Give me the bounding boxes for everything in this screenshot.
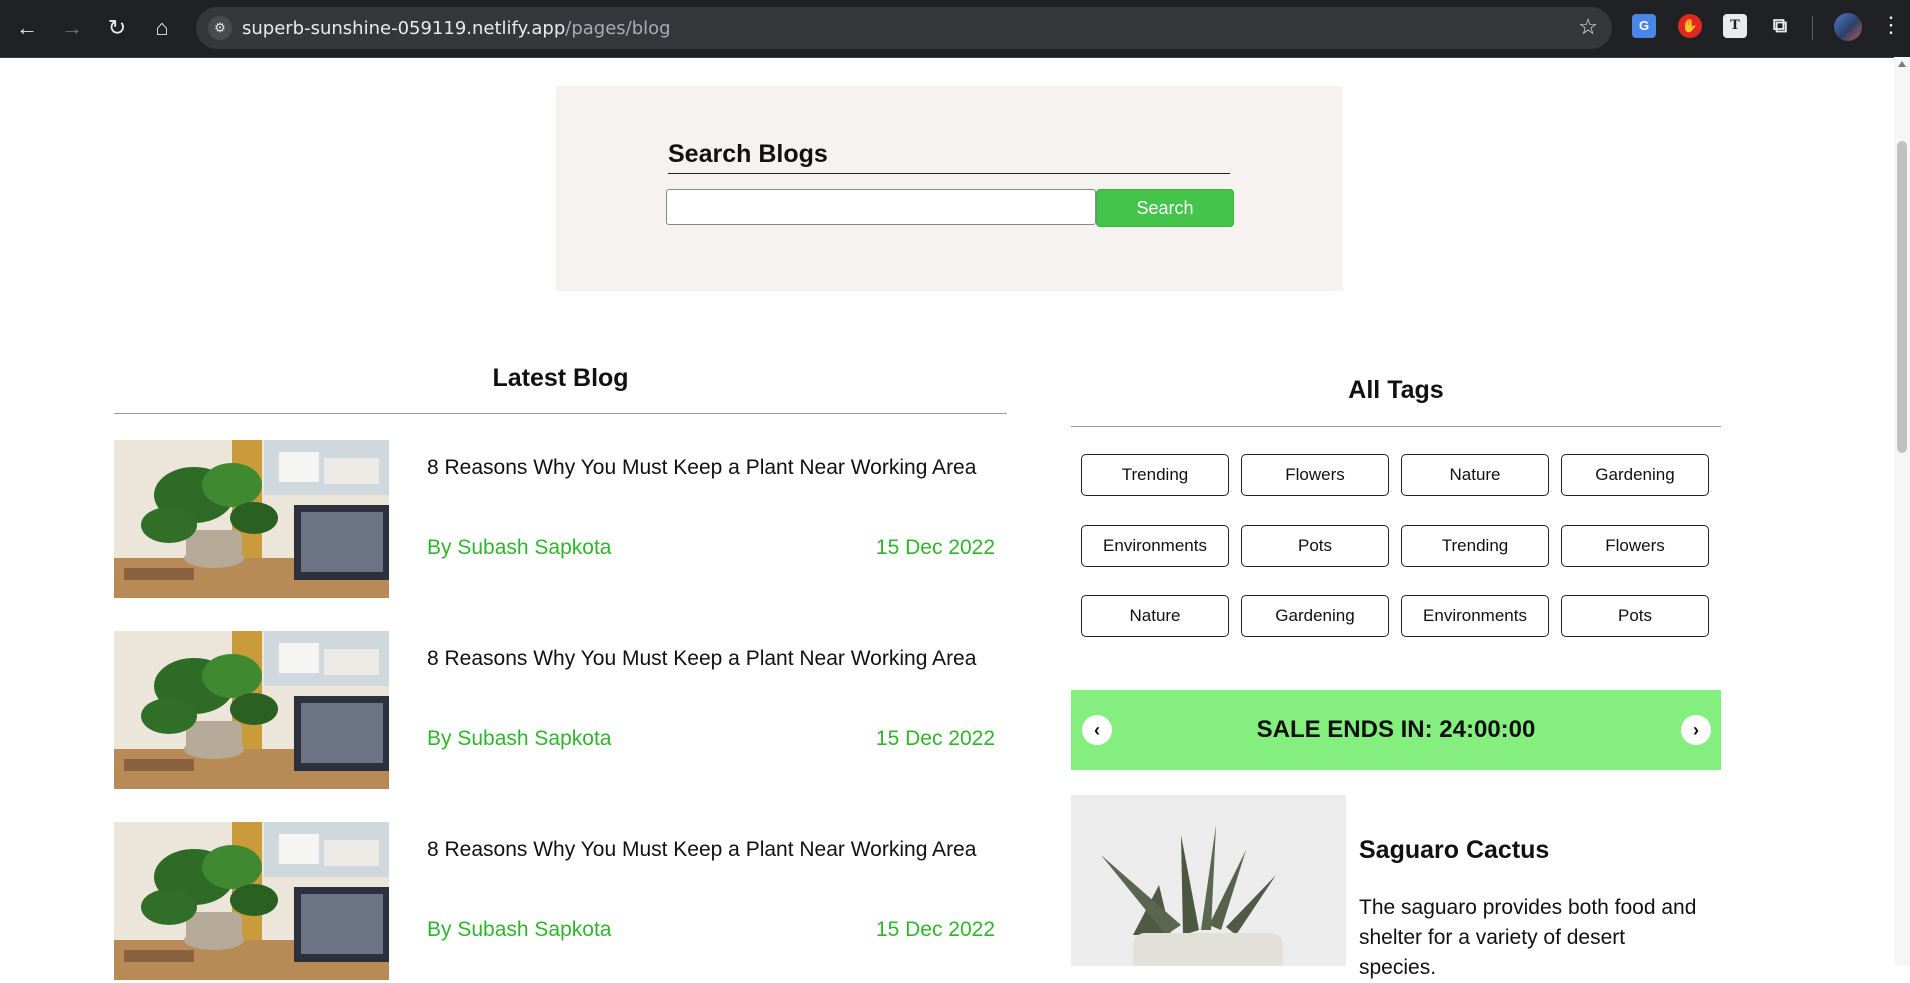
menu-kebab-icon[interactable]: ⋮ [1880, 12, 1902, 38]
blog-post-date: 15 Dec 2022 [875, 727, 995, 750]
search-blogs-title: Search Blogs [668, 140, 1230, 174]
product-image[interactable] [1071, 795, 1346, 966]
profile-avatar[interactable] [1834, 13, 1862, 41]
latest-blog-divider [114, 413, 1007, 414]
blog-post-title[interactable]: 8 Reasons Why You Must Keep a Plant Near… [427, 456, 976, 480]
blog-post-date: 15 Dec 2022 [875, 536, 995, 559]
scroll-thumb[interactable] [1897, 141, 1907, 453]
blog-post-author: By Subash Sapkota [427, 727, 612, 750]
scroll-up-arrow-icon[interactable] [1898, 61, 1906, 67]
url-text[interactable]: superb-sunshine-059119.netlify.app/pages… [242, 18, 671, 39]
home-icon[interactable]: ⌂ [145, 11, 179, 45]
latest-blog-title: Latest Blog [492, 364, 629, 392]
site-settings-icon[interactable]: ⚙ [208, 16, 232, 40]
sale-countdown: SALE ENDS IN: 24:00:00 [1256, 716, 1536, 743]
tag-environments[interactable]: Environments [1401, 595, 1549, 637]
blog-post-thumbnail[interactable] [114, 440, 389, 598]
translate-extension-icon[interactable]: G [1632, 14, 1656, 38]
tag-flowers[interactable]: Flowers [1561, 525, 1709, 567]
back-icon[interactable]: ← [10, 11, 44, 45]
reload-icon[interactable]: ↻ [100, 11, 134, 45]
toolbar-divider [1812, 16, 1813, 40]
tag-trending[interactable]: Trending [1401, 525, 1549, 567]
tag-pots[interactable]: Pots [1241, 525, 1389, 567]
blog-post-title[interactable]: 8 Reasons Why You Must Keep a Plant Near… [427, 838, 976, 862]
bookmark-star-icon[interactable]: ☆ [1578, 14, 1598, 40]
search-button[interactable]: Search [1096, 189, 1234, 227]
blog-post-author: By Subash Sapkota [427, 536, 612, 559]
blog-post-card[interactable]: 8 Reasons Why You Must Keep a Plant Near… [114, 822, 1007, 982]
tag-nature[interactable]: Nature [1081, 595, 1229, 637]
text-extension-icon[interactable]: T [1723, 14, 1747, 38]
search-blogs-panel: Search Blogs Search [556, 86, 1343, 291]
blog-post-thumbnail[interactable] [114, 631, 389, 789]
chevron-right-icon[interactable]: › [1681, 715, 1711, 745]
address-bar[interactable]: ⚙ superb-sunshine-059119.netlify.app/pag… [196, 7, 1612, 49]
tag-trending[interactable]: Trending [1081, 454, 1229, 496]
blog-post-title[interactable]: 8 Reasons Why You Must Keep a Plant Near… [427, 647, 976, 671]
all-tags-divider [1071, 426, 1721, 427]
tag-pots[interactable]: Pots [1561, 595, 1709, 637]
url-path: /pages/blog [565, 18, 671, 39]
chevron-left-icon[interactable]: ‹ [1082, 715, 1112, 745]
all-tags-title: All Tags [1348, 376, 1444, 404]
product-name[interactable]: Saguaro Cactus [1359, 836, 1549, 865]
blog-post-date: 15 Dec 2022 [875, 918, 995, 941]
blog-post-card[interactable]: 8 Reasons Why You Must Keep a Plant Near… [114, 631, 1007, 791]
tag-environments[interactable]: Environments [1081, 525, 1229, 567]
blog-post-card[interactable]: 8 Reasons Why You Must Keep a Plant Near… [114, 440, 1007, 600]
url-host: superb-sunshine-059119.netlify.app [242, 18, 566, 39]
browser-toolbar: ← → ↻ ⌂ ⚙ superb-sunshine-059119.netlify… [0, 0, 1910, 58]
tag-gardening[interactable]: Gardening [1561, 454, 1709, 496]
blog-post-thumbnail[interactable] [114, 822, 389, 980]
sale-banner: SALE ENDS IN: 24:00:00 ‹ › [1071, 690, 1721, 770]
tag-gardening[interactable]: Gardening [1241, 595, 1389, 637]
adblock-extension-icon[interactable]: ✋ [1678, 14, 1702, 38]
page-scrollbar[interactable] [1894, 57, 1910, 966]
blog-post-author: By Subash Sapkota [427, 918, 612, 941]
extensions-puzzle-icon[interactable]: ⧉ [1768, 14, 1792, 38]
tag-flowers[interactable]: Flowers [1241, 454, 1389, 496]
product-description: The saguaro provides both food and shelt… [1359, 896, 1697, 979]
search-input[interactable] [666, 189, 1096, 225]
tag-nature[interactable]: Nature [1401, 454, 1549, 496]
forward-icon[interactable]: → [55, 11, 89, 45]
